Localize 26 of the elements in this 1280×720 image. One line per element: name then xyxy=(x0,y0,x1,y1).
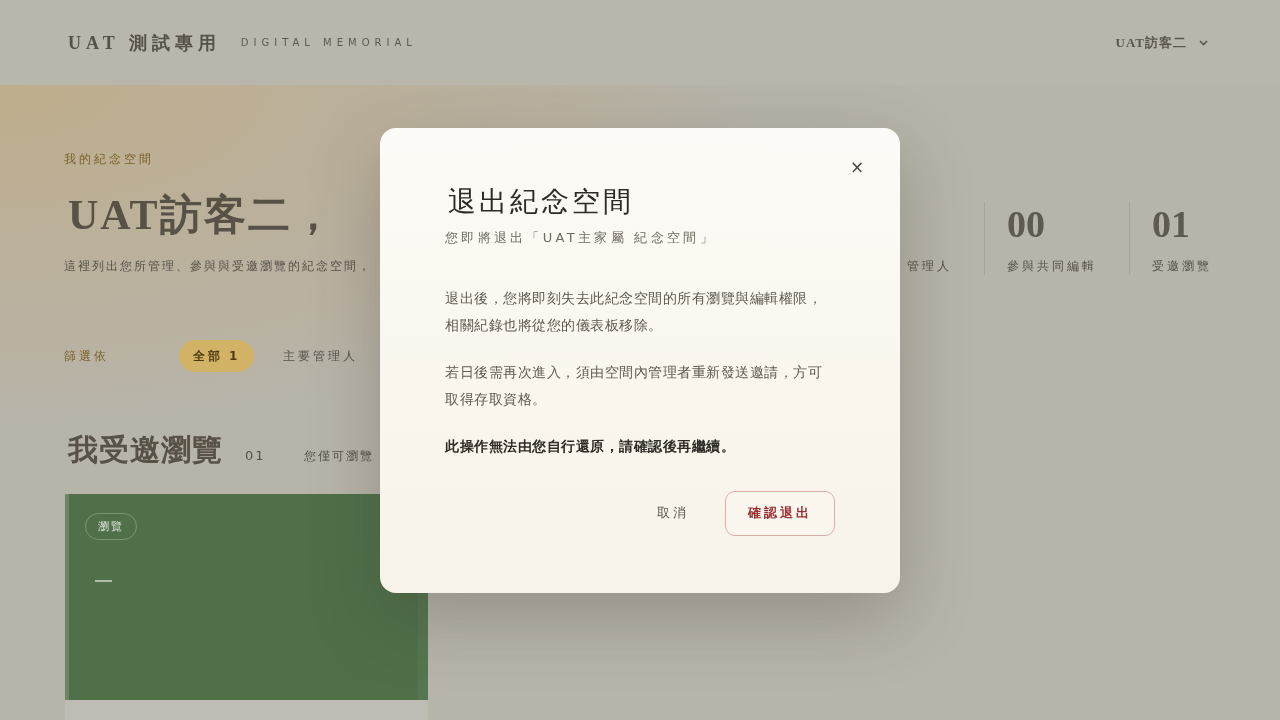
section-title: 我受邀瀏覽 xyxy=(68,432,223,468)
dialog-paragraph: 若日後需再次進入，須由空間內管理者重新發送邀請，方可取得存取資格。 xyxy=(445,362,823,409)
brand-title: UAT 測試專用 xyxy=(68,31,221,55)
dialog-title: 退出紀念空間 xyxy=(448,184,635,219)
brand-tagline: DIGITAL MEMORIAL xyxy=(240,37,417,48)
filter-tab[interactable]: 主要管理人 xyxy=(269,340,373,372)
page-title: UAT訪客二， xyxy=(68,191,337,240)
dialog-paragraph: 退出後，您將即刻失去此紀念空間的所有瀏覽與編輯權限，相關紀錄也將從您的儀表板移除。 xyxy=(445,288,823,335)
stat-label: 參與共同編輯 xyxy=(1007,258,1097,275)
section-note: 您僅可瀏覽 xyxy=(303,448,374,465)
stat-label: 受邀瀏覽 xyxy=(1152,258,1212,275)
dialog-subtitle: 您即將退出「UAT主家屬 紀念空間」 xyxy=(445,228,717,247)
close-button[interactable]: × xyxy=(845,154,869,179)
chevron-down-icon xyxy=(1199,39,1208,46)
cancel-button[interactable]: 取消 xyxy=(643,492,703,534)
stat-value: 01 xyxy=(1152,202,1191,246)
stat-value: 00 xyxy=(1007,202,1046,246)
page-eyebrow: 我的紀念空間 xyxy=(64,151,155,168)
filter-label: 篩選依 xyxy=(64,347,109,365)
stat-label: 管理人 xyxy=(907,258,952,275)
user-menu-button[interactable]: UAT訪客二 xyxy=(1115,29,1208,56)
section-count: 01 xyxy=(245,448,266,463)
page-subtitle: 這裡列出您所管理、參與與受邀瀏覽的紀念空間， xyxy=(64,258,372,275)
confirm-exit-button[interactable]: 確認退出 xyxy=(725,490,835,536)
filter-tab[interactable]: 全部 1 xyxy=(179,340,255,372)
dialog-paragraph: 此操作無法由您自行還原，請確認後再繼續。 xyxy=(445,436,736,456)
